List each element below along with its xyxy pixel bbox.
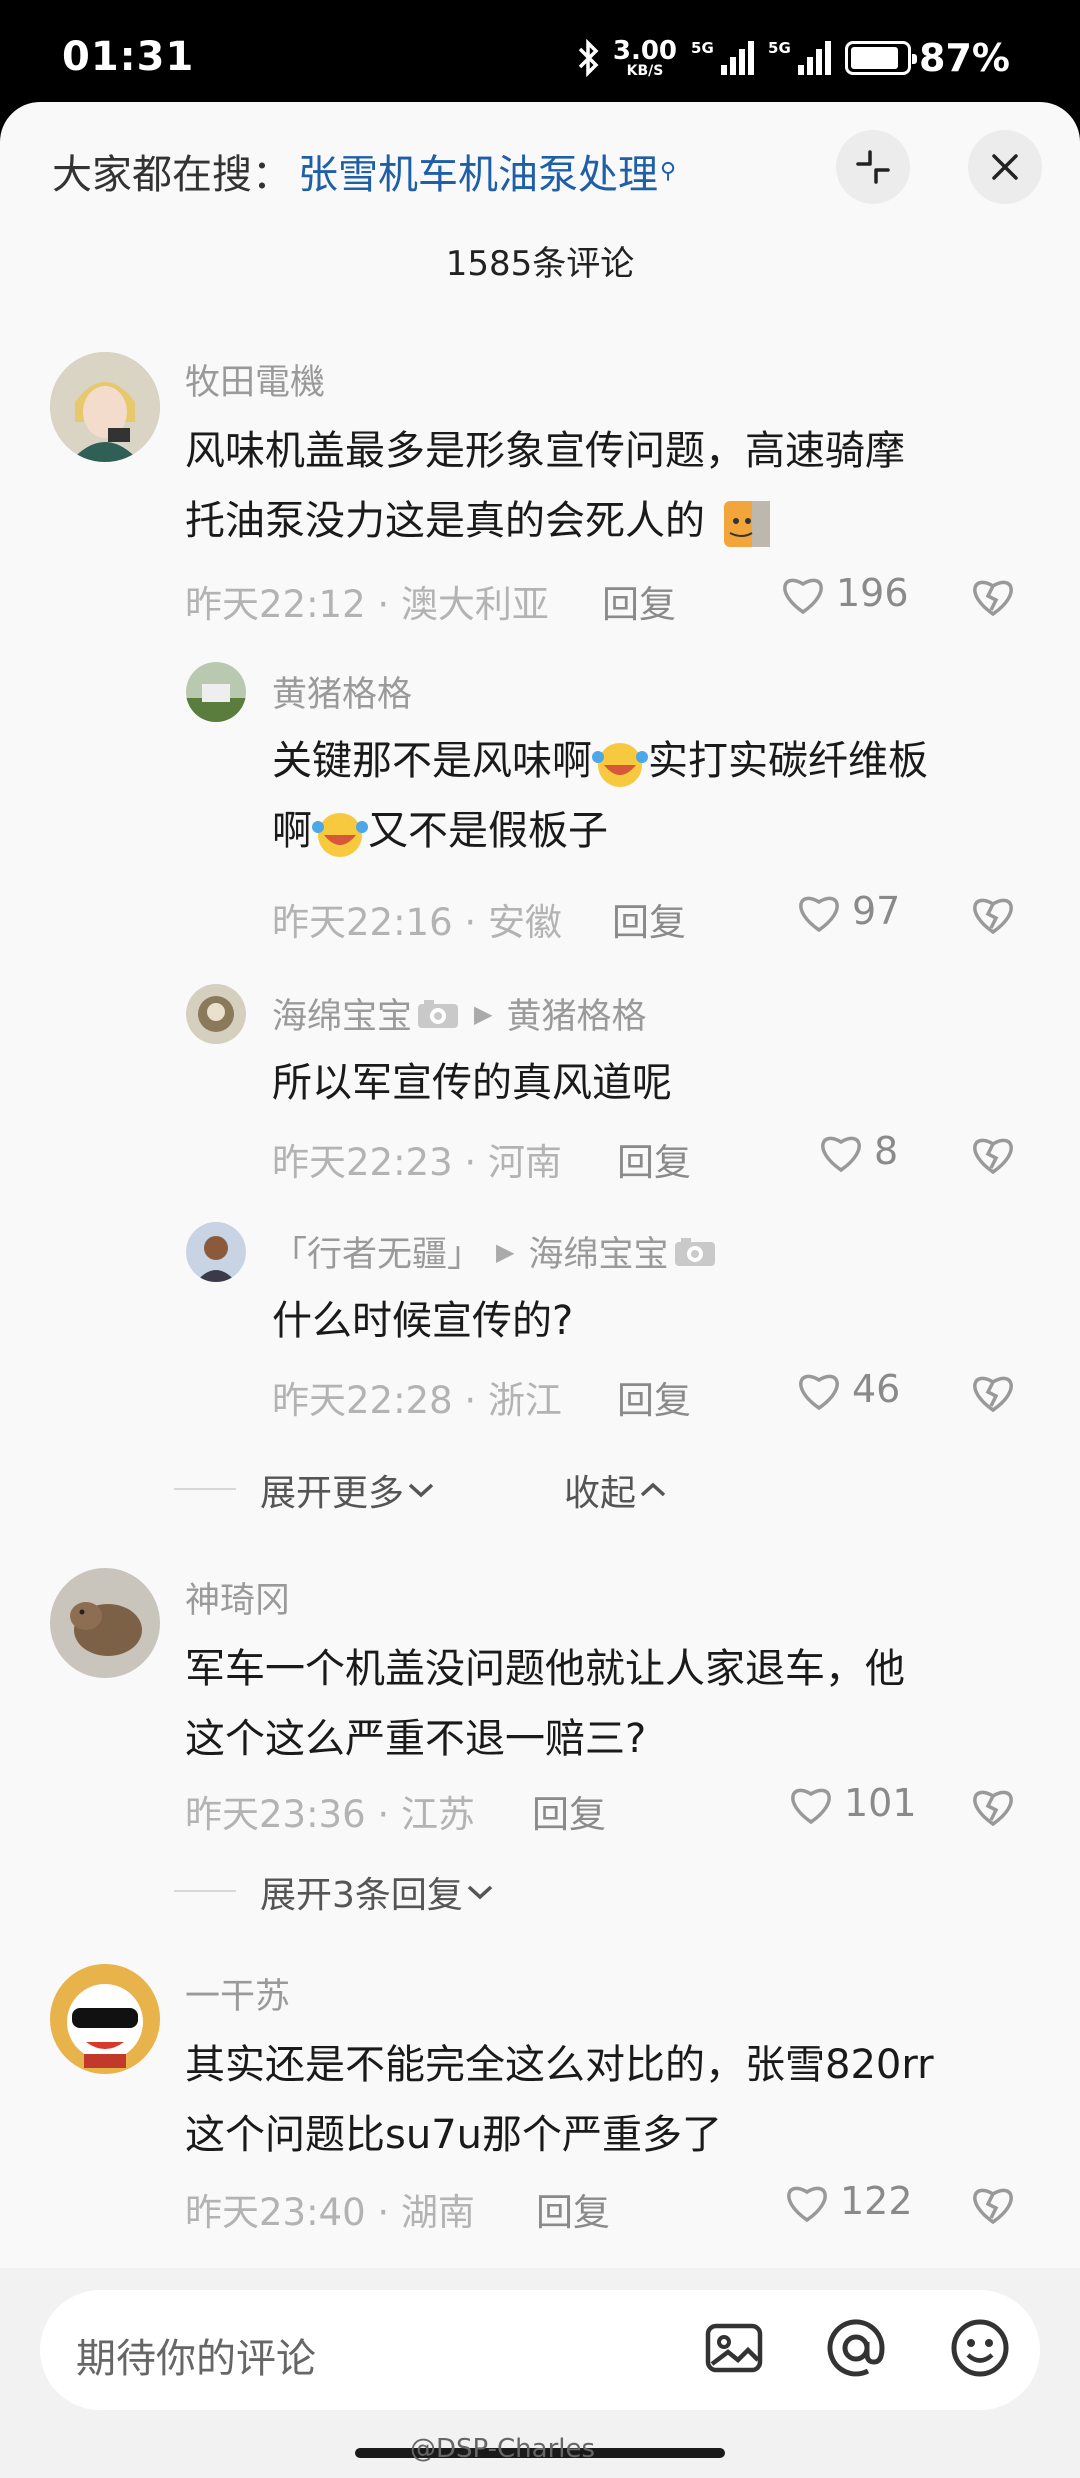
comment-author[interactable]: 海绵宝宝 ▶ 黄猪格格 [272,988,647,1039]
comment-author[interactable]: 一干苏 [185,1968,290,2019]
comment-author[interactable]: 黄猪格格 [272,666,412,717]
comment-meta: 昨天22:28 · 浙江 [272,1379,562,1422]
heart-icon [799,1374,839,1411]
avatar-image [50,352,160,462]
like-button[interactable]: 97 [794,888,900,934]
comment-meta: 昨天22:16 · 安徽 [272,901,562,944]
broken-heart-icon[interactable] [968,1130,1018,1176]
reply-button[interactable]: 回复 [612,892,686,946]
emoji-icon[interactable] [948,2316,1012,2380]
reply-button[interactable]: 回复 [532,1784,606,1838]
collapse-button[interactable] [836,130,910,204]
comment-text: 军车一个机盖没问题他就让人家退车，他 这个这么严重不退一赔三? [185,1646,905,1762]
avatar[interactable] [50,1568,160,1678]
comment-meta: 昨天23:40 · 湖南 [185,2191,475,2234]
reply-button[interactable]: 回复 [617,1132,691,1186]
avatar[interactable] [186,1222,246,1282]
collapse-replies-button[interactable]: 收起 [564,1464,670,1516]
search-prefix: 大家都在搜： [52,152,292,198]
net-speed: 3.00 KB/S [612,36,678,79]
reply-to-name[interactable]: 海绵宝宝 [528,1226,668,1277]
clock: 01:31 [62,34,195,80]
heart-icon [787,2186,827,2223]
comment-sheet: 大家都在搜： 张雪机车机油泵处理 ⚲ 1585条评论 牧田電機 风味机盖最多是形… [0,102,1080,2478]
reply-to-arrow-icon: ▶ [496,1237,515,1266]
search-keyword-link[interactable]: 张雪机车机油泵处理 [298,142,658,200]
signal-icon: 5G [691,39,755,75]
like-count: 97 [852,889,901,933]
watermark: @DSP-Charles [410,2434,596,2464]
broken-heart-icon[interactable] [968,572,1018,618]
like-button[interactable]: 196 [778,570,909,616]
close-button[interactable] [968,130,1042,204]
divider [174,1890,236,1892]
mention-icon[interactable] [824,2316,888,2380]
heart-icon [821,1136,861,1173]
comment-text: 风味机盖最多是形象宣传问题，高速骑摩 托油泵没力这是真的会死人的 [185,416,1045,556]
expand-replies-button[interactable]: 展开3条回复 [260,1866,497,1918]
status-bar: 01:31 3.00 KB/S 5G 5G 87% [0,0,1080,102]
chevron-down-icon [408,1483,434,1498]
like-count: 196 [836,571,909,615]
camera-badge-icon [674,1237,715,1266]
avatar[interactable] [186,984,246,1044]
broken-heart-icon[interactable] [968,2180,1018,2226]
comment-text: 其实还是不能完全这么对比的，张雪820rr 这个问题比su7u那个严重多了 [185,2042,934,2158]
comment-input[interactable]: 期待你的评论 [40,2290,1040,2410]
broken-heart-icon[interactable] [968,1368,1018,1414]
comment-meta: 昨天23:36 · 江苏 [185,1793,475,1836]
like-button[interactable]: 46 [794,1366,900,1412]
battery-icon [845,41,918,75]
comment-author[interactable]: 「行者无疆」 ▶ 海绵宝宝 [272,1226,717,1277]
comment-count: 1585条评论 [445,244,635,284]
expand-more-button[interactable]: 展开更多 [260,1464,438,1516]
comment-text: 所以军宣传的真风道呢 [272,1060,672,1106]
reply-button[interactable]: 回复 [617,1370,691,1424]
search-suggestion[interactable]: 大家都在搜： 张雪机车机油泵处理 ⚲ [52,142,676,200]
signal-icon-2: 5G [768,39,832,75]
battery-percent: 87% [919,36,1010,80]
avatar[interactable] [186,662,246,722]
bluetooth-icon [578,39,599,77]
like-button[interactable]: 122 [782,2178,913,2224]
chevron-up-icon [640,1482,666,1497]
reply-to-arrow-icon: ▶ [474,999,493,1028]
chevron-down-icon [467,1885,493,1900]
like-button[interactable]: 101 [786,1780,917,1826]
like-count: 46 [852,1367,901,1411]
like-count: 8 [874,1129,899,1173]
heart-icon [791,1788,831,1825]
laughing-crying-emoji-icon [592,743,648,787]
divider [174,1488,236,1490]
avatar[interactable] [50,1964,160,2074]
comment-text: 关键那不是风味啊 实打实碳纤维板 啊又不是假板子 [272,726,1052,866]
comment-meta: 昨天22:23 · 河南 [272,1141,562,1184]
broken-heart-icon[interactable] [968,1782,1018,1828]
reply-button[interactable]: 回复 [536,2182,610,2236]
battery-indicator: 87% [845,36,1010,80]
comment-author[interactable]: 牧田電機 [185,354,325,405]
comment-text: 什么时候宣传的? [272,1298,574,1344]
laughing-crying-emoji-icon [312,813,368,857]
cat-brick-emoji-icon [723,501,770,547]
avatar[interactable] [50,352,160,462]
comment-author[interactable]: 神琦冈 [185,1572,290,1623]
reply-to-name[interactable]: 黄猪格格 [506,988,646,1039]
shrink-icon [856,150,890,184]
heart-icon [783,578,823,615]
like-button[interactable]: 8 [816,1128,898,1174]
comment-meta: 昨天22:12 · 澳大利亚 [185,583,549,626]
comment-placeholder: 期待你的评论 [76,2336,316,2382]
broken-heart-icon[interactable] [968,890,1018,936]
search-icon: ⚲ [660,158,677,184]
reply-button[interactable]: 回复 [602,574,676,628]
image-icon[interactable] [702,2316,766,2380]
camera-badge-icon [418,999,459,1028]
like-count: 122 [840,2179,913,2223]
like-count: 101 [844,1781,917,1825]
heart-icon [799,896,839,933]
close-icon [992,154,1018,180]
